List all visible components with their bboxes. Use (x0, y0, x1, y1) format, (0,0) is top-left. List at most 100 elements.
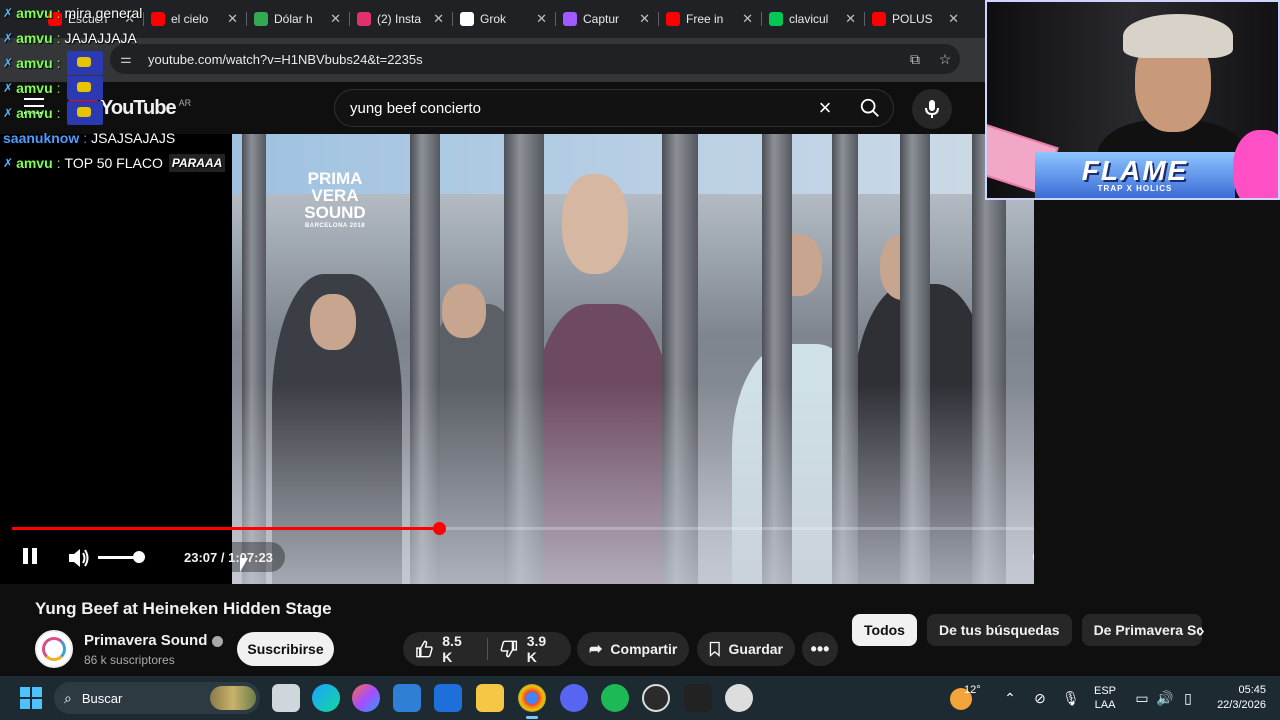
share-button[interactable]: ➦ Compartir (577, 632, 689, 666)
related-filter-chips: Todos De tus búsquedas De Primavera Soun… (852, 614, 1212, 646)
windows-start-icon[interactable] (20, 687, 42, 709)
obs-icon[interactable] (642, 684, 670, 712)
tab-favicon-icon (563, 12, 577, 26)
chevron-up-icon[interactable]: ⌃ (1002, 690, 1018, 706)
search-input[interactable]: yung beef concierto (350, 100, 803, 117)
file-explorer-icon[interactable] (476, 684, 504, 712)
browser-tab[interactable]: Dólar h ✕ (246, 4, 349, 34)
chrome-icon[interactable] (518, 684, 546, 719)
dislike-button[interactable]: 3.9 K (487, 632, 571, 666)
save-label: Guardar (728, 641, 783, 657)
subscribe-button[interactable]: Suscribirse (237, 632, 334, 666)
save-button[interactable]: Guardar (697, 632, 795, 666)
browser-tab[interactable]: Free in ✕ (658, 4, 761, 34)
store-icon[interactable] (393, 684, 421, 712)
current-time: 23:07 (184, 549, 218, 565)
more-actions-button[interactable]: ••• (802, 632, 838, 666)
progress-bar[interactable] (12, 522, 1034, 535)
discord-icon[interactable] (560, 684, 588, 712)
search-highlight-image (210, 686, 256, 710)
watermark-text: PRIMA VERA SOUND (304, 169, 366, 222)
tab-close-icon[interactable]: ✕ (639, 11, 650, 27)
video-player[interactable]: PRIMA VERA SOUND BARCELONA 2018 23:07 / … (0, 134, 1034, 584)
search-icon: ⌕ (64, 689, 72, 706)
chat-username: amvu (16, 154, 53, 171)
search-button[interactable] (847, 90, 893, 126)
chat-badge-icon: ✗ (3, 30, 14, 45)
browser-tab[interactable]: POLUS ✕ (864, 4, 967, 34)
epic-games-icon[interactable] (684, 684, 712, 712)
taskbar-search-placeholder: Buscar (81, 690, 123, 706)
install-app-icon[interactable]: ⧉ (900, 51, 930, 68)
tab-favicon-icon (460, 12, 474, 26)
chevron-right-icon[interactable]: › (1198, 620, 1205, 643)
channel-avatar[interactable] (35, 630, 73, 668)
tab-title: Free in (686, 12, 724, 26)
system-clock[interactable]: 05:45 22/3/2026 (1208, 676, 1266, 720)
bookmark-star-icon[interactable]: ☆ (930, 51, 960, 68)
watermark-subtext: BARCELONA 2018 (304, 223, 366, 229)
clock-time: 05:45 (1238, 684, 1266, 696)
address-url[interactable]: youtube.com/watch?v=H1NBVbubs24&t=2235s (148, 52, 900, 67)
clear-search-icon[interactable]: × (803, 95, 847, 121)
battery-icon[interactable]: ▯ (1180, 690, 1196, 706)
flame-overlay: FLAME TRAP X HOLICS (1035, 152, 1235, 198)
windows-taskbar: ⌕ Buscar 12° ⌃ ⊘ 🎙 ESP LAA ▭ 🔊 ▯ 05:45 2… (0, 676, 1280, 720)
copilot-icon[interactable] (352, 684, 380, 712)
tab-close-icon[interactable]: ✕ (742, 11, 753, 27)
smoke-haze (232, 384, 1034, 584)
like-button[interactable]: 8.5 K (403, 632, 487, 666)
browser-tab[interactable]: Captur ✕ (555, 4, 658, 34)
autoplay-toggle[interactable] (1032, 548, 1034, 566)
tab-close-icon[interactable]: ✕ (536, 11, 547, 27)
chat-message: ✗ amvu: (0, 75, 240, 100)
tab-title: POLUS (892, 12, 933, 26)
browser-tab[interactable]: (2) Insta ✕ (349, 4, 452, 34)
tab-close-icon[interactable]: ✕ (433, 11, 444, 27)
microphone-tray-icon[interactable]: 🎙 (1062, 690, 1080, 706)
video-frame: PRIMA VERA SOUND BARCELONA 2018 (232, 134, 1034, 584)
browser-tab[interactable]: clavicul ✕ (761, 4, 864, 34)
media-player-icon[interactable] (725, 684, 753, 712)
network-off-icon[interactable]: ⊘ (1032, 690, 1048, 706)
tab-title: (2) Insta (377, 12, 422, 26)
primavera-sound-watermark: PRIMA VERA SOUND BARCELONA 2018 (298, 170, 372, 231)
tab-close-icon[interactable]: ✕ (845, 11, 856, 27)
volume-knob[interactable] (133, 551, 146, 563)
time-display[interactable]: 23:07 / 1:07:23 (172, 542, 285, 572)
display-icon[interactable]: ▭ (1134, 690, 1150, 706)
spotify-icon[interactable] (601, 684, 629, 712)
microphone-icon (925, 100, 939, 118)
edge-icon[interactable] (312, 684, 340, 712)
channel-name[interactable]: Primavera Sound (84, 632, 224, 649)
speaker-icon[interactable]: 🔊 (1156, 690, 1173, 706)
pause-button[interactable] (18, 546, 42, 570)
chat-emote-icon (66, 75, 103, 100)
video-title: Yung Beef at Heineken Hidden Stage (35, 599, 332, 618)
taskbar-search[interactable]: ⌕ Buscar (54, 682, 260, 714)
lang-top: ESP (1094, 685, 1117, 697)
voice-search-button[interactable] (912, 89, 952, 129)
tab-close-icon[interactable]: ✕ (330, 11, 341, 27)
streamer-webcam: FLAME TRAP X HOLICS (985, 0, 1280, 200)
outlook-icon[interactable] (434, 684, 462, 712)
chat-username: amvu (16, 29, 53, 46)
chip-from-searches[interactable]: De tus búsquedas (926, 614, 1072, 646)
volume-icon (69, 549, 89, 567)
search-box[interactable]: yung beef concierto × (334, 89, 894, 127)
chip-from-channel[interactable]: De Primavera Sound (1081, 614, 1202, 646)
task-view-icon[interactable] (272, 684, 300, 712)
duration: 1:07:23 (228, 549, 273, 565)
tab-close-icon[interactable]: ✕ (948, 11, 959, 27)
browser-tab[interactable]: Grok ✕ (452, 4, 555, 34)
stream-chat-overlay: ✗ amvu: mira general ✗ amvu: JAJAJJAJA ✗ amvu: ✗… (0, 0, 240, 175)
keyboard-language[interactable]: ESP LAA (1094, 676, 1116, 720)
chip-all[interactable]: Todos (852, 614, 917, 646)
chat-message: ✗ amvu: mira general (3, 4, 143, 21)
like-count: 8.5 K (442, 633, 462, 665)
flame-subtitle: TRAP X HOLICS (1097, 183, 1173, 193)
chat-message: ✗ amvu: JAJAJJAJA (3, 29, 137, 46)
mute-button[interactable] (66, 546, 92, 570)
chat-text: TOP 50 FLACO (64, 154, 163, 171)
chat-text: JSAJSAJAJS (91, 129, 176, 146)
